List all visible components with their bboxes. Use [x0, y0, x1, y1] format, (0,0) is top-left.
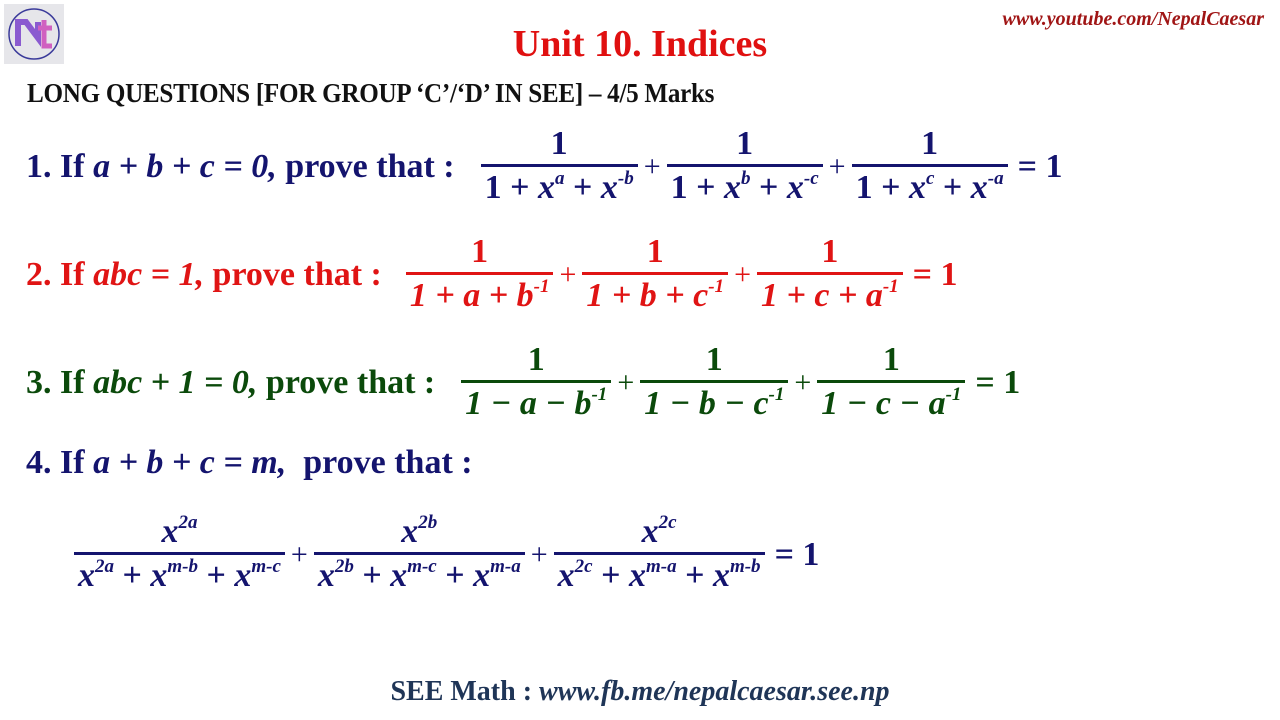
question-3: 3. If abc + 1 = 0, prove that : 11 − a −… [26, 340, 1020, 425]
fraction-term: 11 + xb + x-c [666, 124, 823, 209]
rhs: = 1 [912, 255, 958, 293]
question-1: 1. If a + b + c = 0, prove that : 11 + x… [26, 124, 1062, 209]
fraction-term: 11 − b − c-1 [640, 340, 789, 425]
fraction-term: 11 + b + c-1 [582, 232, 729, 317]
question-2-label: 2. If abc = 1, prove that : [26, 255, 382, 293]
question-1-label: 1. If a + b + c = 0, prove that : [26, 147, 455, 185]
question-4: 4. If a + b + c = m, prove that : [26, 444, 473, 482]
rhs: = 1 [975, 363, 1021, 401]
section-subtitle: LONG QUESTIONS [FOR GROUP ‘C’/‘D’ IN SEE… [27, 78, 715, 108]
footer: SEE Math : www.fb.me/nepalcaesar.see.np [0, 676, 1280, 708]
fraction-term: x2c x2c + xm-a + xm-b [553, 512, 765, 597]
page-title: Unit 10. Indices [512, 23, 768, 65]
fraction-term: x2b x2b + xm-c + xm-a [313, 512, 525, 597]
fraction-term: x2a x2a + xm-b + xm-c [74, 512, 285, 597]
question-4-expression: x2a x2a + xm-b + xm-c + x2b x2b + xm-c + x… [70, 512, 819, 597]
rhs: = 1 [774, 535, 820, 573]
question-2: 2. If abc = 1, prove that : 11 + a + b-1… [26, 232, 958, 317]
fraction-term: 11 + xc + x-a [851, 124, 1008, 209]
question-4-label: 4. If a + b + c = m, prove that : [26, 444, 473, 481]
facebook-link[interactable]: www.fb.me/nepalcaesar.see.np [539, 676, 890, 707]
rhs: = 1 [1017, 147, 1063, 185]
fraction-term: 11 − c − a-1 [817, 340, 966, 425]
footer-label: SEE Math : [390, 676, 540, 707]
fraction-term: 11 + xa + x-b [480, 124, 638, 209]
fraction-term: 11 + a + b-1 [405, 232, 554, 317]
fraction-term: 11 + c + a-1 [756, 232, 903, 317]
fraction-term: 11 − a − b-1 [461, 340, 612, 425]
question-3-label: 3. If abc + 1 = 0, prove that : [26, 363, 436, 401]
